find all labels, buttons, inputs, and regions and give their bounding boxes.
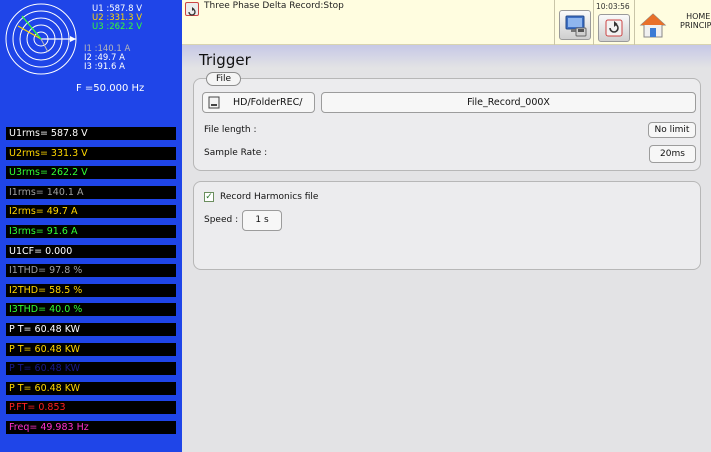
- refresh-button[interactable]: [598, 14, 630, 42]
- measurement-row: U1rms= 587.8 V: [6, 127, 176, 140]
- home-button[interactable]: HOME PRINCIPA: [638, 8, 711, 44]
- frequency-readout: F =50.000 Hz: [76, 83, 145, 94]
- measurement-row: P T= 60.48 KW: [6, 381, 176, 395]
- measurement-row: I2rms= 49.7 A: [6, 205, 176, 219]
- computer-disk-icon: [565, 15, 587, 37]
- i3-vector-value: I3 :91.6 A: [84, 62, 125, 72]
- storage-icon: [208, 96, 220, 109]
- measurement-side-panel: U1 :587.8 V U2 :331.3 V U3 :262.2 V I1 :…: [0, 0, 182, 452]
- record-status: Three Phase Delta Record:Stop: [204, 1, 344, 11]
- file-length-button[interactable]: No limit: [648, 122, 696, 138]
- page-title: Trigger: [199, 51, 251, 69]
- main-content: Trigger File HD/FolderREC/ File_Record_0…: [182, 45, 711, 452]
- refresh-icon: [188, 7, 196, 16]
- u3-vector-value: U3 :262.2 V: [92, 22, 143, 32]
- page-header: Trigger: [182, 45, 711, 69]
- refresh-icon: [605, 19, 623, 37]
- measurement-row: U3rms= 262.2 V: [6, 166, 176, 180]
- measurement-row: P.FT= 0.853: [6, 401, 176, 415]
- clock-readout: 10:03:56: [596, 2, 630, 11]
- speed-button[interactable]: 1 s: [242, 210, 282, 231]
- sample-rate-label: Sample Rate :: [204, 148, 268, 158]
- measurement-row: Freq= 49.983 Hz: [6, 421, 176, 434]
- topbar-divider: [634, 0, 635, 45]
- principal-label: PRINCIPA: [680, 21, 711, 30]
- measurement-row: P T= 60.48 KW: [6, 323, 176, 336]
- measurement-row: I3rms= 91.6 A: [6, 225, 176, 238]
- record-harmonics-checkbox[interactable]: ✓: [204, 192, 214, 202]
- measurement-row: U1CF= 0.000: [6, 244, 176, 258]
- record-harmonics-label: Record Harmonics file: [220, 192, 319, 202]
- top-status-bar: Three Phase Delta Record:Stop 10:03:56 H…: [182, 0, 711, 45]
- measurement-row: P T= 60.48 KW: [6, 342, 176, 356]
- measurement-row: I1THD= 97.8 %: [6, 264, 176, 278]
- phasor-diagram-area: U1 :587.8 V U2 :331.3 V U3 :262.2 V I1 :…: [0, 0, 182, 118]
- phasor-diagram: [5, 3, 77, 75]
- save-to-disk-button[interactable]: [559, 10, 591, 40]
- measurement-row: P T= 60.48 KW: [6, 362, 176, 376]
- measurement-row: I3THD= 40.0 %: [6, 303, 176, 317]
- refresh-small-button[interactable]: [185, 2, 199, 16]
- sample-rate-button[interactable]: 20ms: [649, 145, 696, 163]
- home-label: HOME: [686, 12, 711, 21]
- speed-label: Speed :: [204, 215, 239, 225]
- check-mark-icon: ✓: [205, 192, 213, 202]
- measurement-row: I2THD= 58.5 %: [6, 283, 176, 297]
- file-panel-legend: File: [206, 72, 242, 86]
- file-length-label: File length :: [204, 125, 257, 135]
- measurement-row: I1rms= 140.1 A: [6, 185, 176, 199]
- folder-select-button[interactable]: HD/FolderREC/: [202, 92, 315, 113]
- topbar-divider: [554, 0, 555, 45]
- folder-path-label: HD/FolderREC/: [233, 97, 303, 108]
- topbar-divider: [593, 0, 594, 45]
- measurement-row: U2rms= 331.3 V: [6, 146, 176, 160]
- home-icon: [639, 13, 667, 38]
- file-name-field[interactable]: File_Record_000X: [321, 92, 696, 113]
